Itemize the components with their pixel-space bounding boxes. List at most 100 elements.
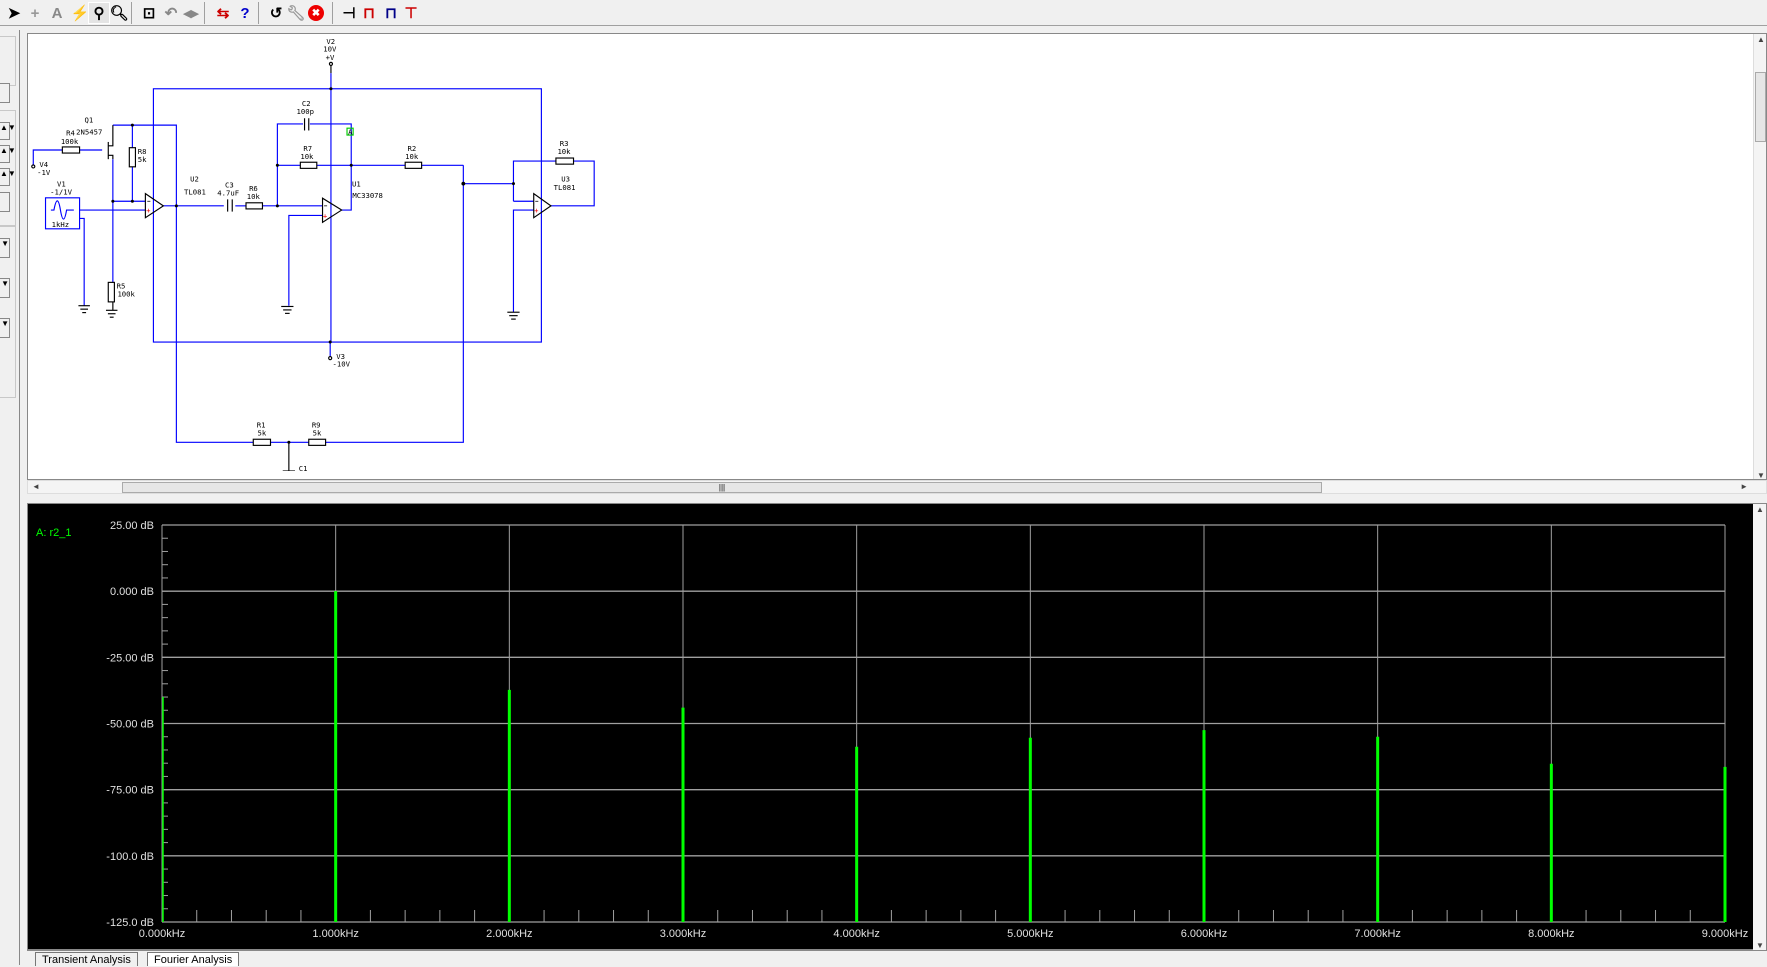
v2-terminal (328, 61, 334, 67)
scroll-up-icon[interactable]: ▲ (1757, 35, 1765, 44)
stop-icon[interactable]: ✖ (308, 5, 324, 21)
legend-label: A: r2_1 (36, 527, 71, 539)
label: 2N5457 (76, 128, 102, 137)
label: TL081 (184, 187, 206, 196)
dropdown[interactable]: ▼ (0, 238, 10, 258)
panel-checkbox[interactable] (0, 192, 10, 212)
spinner-up-down[interactable]: ▲▼ (0, 145, 16, 163)
spinner-up-down[interactable]: ▲▼ (0, 122, 16, 140)
rotate-icon[interactable]: ↺ (265, 2, 287, 24)
label: C1 (299, 464, 308, 471)
ground-symbols (78, 305, 520, 320)
tab-transient-analysis[interactable]: Transient Analysis (35, 952, 138, 966)
label: 5k (313, 428, 322, 437)
scroll-left-icon[interactable]: ◄ (32, 482, 40, 491)
probe-icon[interactable]: ⚲ (88, 2, 110, 24)
zoom-icon[interactable]: 🔍︎ (108, 2, 130, 24)
x-tick-label: 3.000kHz (660, 928, 706, 940)
label: R5 (117, 281, 126, 290)
scroll-down-icon[interactable]: ▼ (1757, 471, 1765, 479)
feedback-wire (112, 124, 254, 443)
label: 10k (405, 152, 419, 161)
label: C3 (225, 180, 234, 189)
tab-fourier-analysis[interactable]: Fourier Analysis (147, 952, 240, 966)
y-tick-label: -50.00 dB (106, 719, 154, 731)
netlist-icon[interactable]: ⇆ (212, 2, 234, 24)
scroll-right-icon[interactable]: ► (1740, 482, 1748, 491)
spinner-up-down[interactable]: ▲▼ (0, 168, 16, 186)
label: R9 (312, 420, 321, 429)
resistor-r7 (299, 161, 318, 169)
scrollbar-thumb[interactable]: ||| (122, 482, 1322, 493)
y-tick-label: -100.0 dB (106, 851, 154, 863)
label: 100k (117, 290, 135, 299)
help-icon[interactable]: ? (234, 2, 256, 24)
sine-wave-icon (50, 200, 74, 220)
schematic-view-icon[interactable]: ⊣ (338, 2, 360, 24)
toolbar: ➤ + A ⚡ ⚲ 🔍︎ ⊡ ↶ ◂▸ ⇆? ↺ 🔧︎ ✖ ⊣ ⊓ ⊓ ⊤ (0, 0, 1767, 26)
schematic-horizontal-scrollbar[interactable]: ◄ ||| ► (27, 480, 1767, 494)
x-tick-label: 1.000kHz (312, 928, 358, 940)
schematic-vertical-scrollbar[interactable]: ▲ ▼ (1753, 34, 1766, 479)
y-tick-label: -75.00 dB (106, 785, 154, 797)
label: R6 (249, 184, 258, 193)
label: 10V (323, 45, 337, 54)
x-tick-label: 4.000kHz (833, 928, 879, 940)
x-tick-label: 5.000kHz (1007, 928, 1053, 940)
probe-label: A (348, 127, 353, 136)
panel-button[interactable] (0, 83, 10, 103)
label: 100k (61, 137, 79, 146)
label: U3 (561, 175, 570, 184)
resistor-r2 (404, 161, 423, 169)
split-view-icon[interactable]: ⊓ (380, 2, 402, 24)
toolbar-separator (332, 2, 333, 24)
waveform-view-icon[interactable]: ⊓ (358, 2, 380, 24)
resistor-r9 (308, 438, 327, 446)
undo-zoom-icon[interactable]: ↶ (160, 2, 182, 24)
scrollbar-thumb[interactable] (1755, 72, 1766, 142)
y-tick-label: -25.00 dB (106, 652, 154, 664)
scroll-up-icon[interactable]: ▲ (1756, 505, 1764, 514)
output-return-wire (325, 165, 464, 443)
label: 5k (138, 155, 147, 164)
dropdown[interactable]: ▼ (0, 318, 10, 338)
fourier-chart: 25.00 dB 0.000 dB -25.00 dB -50.00 dB -75.00… (36, 520, 1748, 940)
zoom-fit-icon[interactable]: ⊡ (138, 2, 160, 24)
label: +V (326, 53, 335, 62)
scroll-down-icon[interactable]: ▼ (1756, 941, 1764, 950)
fourier-grapher[interactable]: 25.00 dB 0.000 dB -25.00 dB -50.00 dB -75.00… (27, 503, 1767, 951)
mirror-icon[interactable]: ◂▸ (180, 2, 202, 24)
crosshair-icon[interactable]: + (24, 2, 46, 24)
label: 100p (297, 107, 314, 116)
label: 10k (557, 147, 571, 156)
label: R1 (257, 420, 266, 429)
label: U1 (352, 179, 361, 188)
text-tool-icon[interactable]: A (46, 2, 68, 24)
label: U2 (190, 175, 199, 184)
label: 5k (257, 428, 266, 437)
component-view-icon[interactable]: ⊤ (400, 2, 422, 24)
v3-terminal (328, 356, 333, 361)
x-tick-label: 8.000kHz (1528, 928, 1574, 940)
x-tick-label: 0.000kHz (139, 928, 185, 940)
label: C2 (302, 99, 311, 108)
label: R4 (66, 128, 75, 137)
select-arrow-icon[interactable]: ➤ (3, 2, 25, 24)
v1-ground-wire (79, 217, 85, 306)
panel-group (0, 36, 16, 86)
y-tick-label: 0.000 dB (110, 586, 154, 598)
x-tick-label: 2.000kHz (486, 928, 532, 940)
dropdown[interactable]: ▼ (0, 278, 10, 298)
v4-terminal (31, 164, 36, 169)
resistor-r1 (252, 438, 272, 446)
wrench-icon[interactable]: 🔧︎ (285, 2, 307, 24)
label: 4.7uF (217, 189, 239, 198)
x-tick-label: 9.000kHz (1702, 928, 1748, 940)
schematic-canvas[interactable]: + + + A V2 10V +V V3 -10V V4 -1V V1 -1/1V … (27, 33, 1767, 480)
label: Q1 (85, 115, 94, 124)
label: R8 (138, 147, 147, 156)
supply-rail-wire (152, 88, 542, 343)
label: R2 (407, 144, 416, 153)
grapher-vertical-scrollbar[interactable]: ▲ ▼ (1753, 504, 1766, 951)
label: R3 (560, 139, 569, 148)
